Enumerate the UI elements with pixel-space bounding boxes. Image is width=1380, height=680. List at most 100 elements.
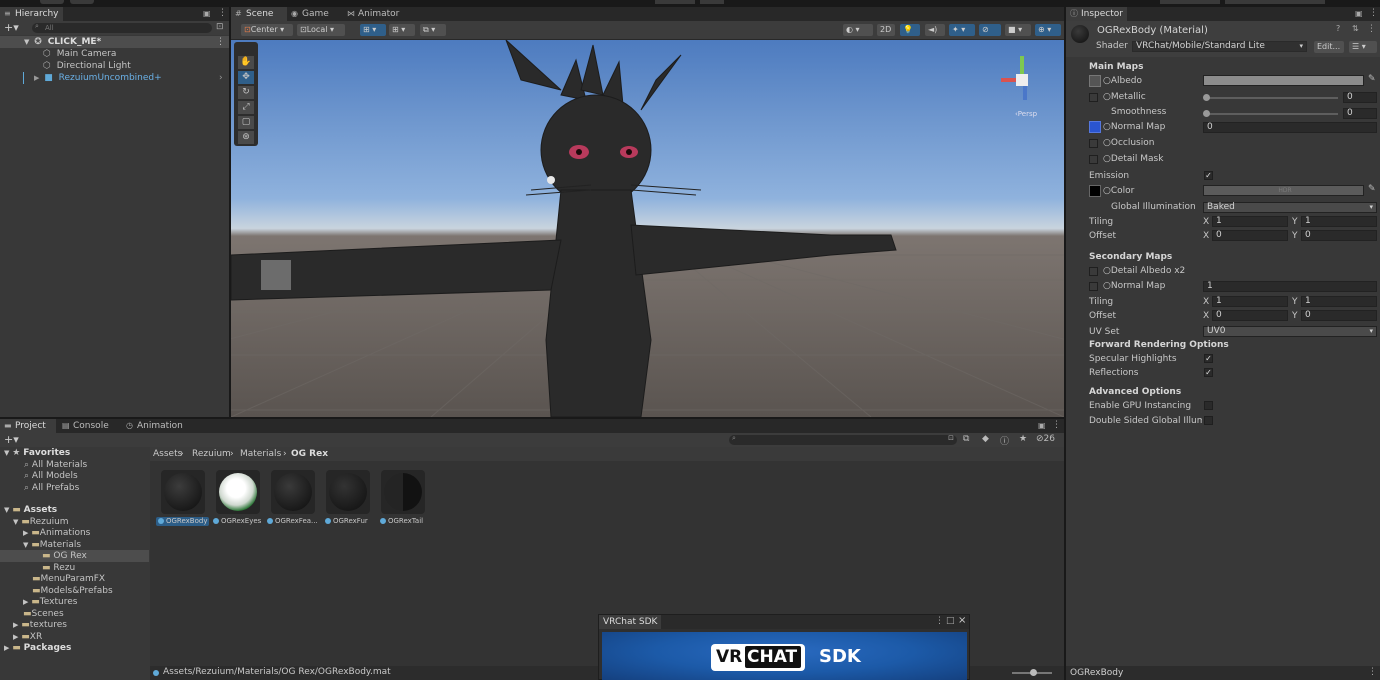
add-icon[interactable]: +▾: [4, 433, 19, 447]
tab-scene[interactable]: # Scene: [231, 7, 287, 21]
shader-dropdown[interactable]: VRChat/Mobile/Standard Lite ▾: [1132, 41, 1307, 52]
emission-color-field[interactable]: HDR: [1203, 185, 1364, 196]
kebab-menu-icon[interactable]: ⋮: [216, 36, 225, 48]
tab-console[interactable]: ▤ Console: [58, 419, 113, 433]
gizmos-dropdown[interactable]: ⊕ ▾: [1035, 24, 1061, 36]
star-icon[interactable]: ★: [1019, 434, 1027, 444]
normal-map2-value[interactable]: 1: [1203, 281, 1377, 292]
tree-item-textures[interactable]: ▶ ▬Textures: [0, 596, 149, 608]
offset-x-field[interactable]: 0: [1212, 230, 1288, 241]
emission-checkbox[interactable]: ✓: [1204, 171, 1213, 180]
effects-dropdown[interactable]: ✦ ▾: [949, 24, 975, 36]
toolbar-button[interactable]: [1160, 0, 1220, 4]
lock-icon[interactable]: ▣: [1038, 421, 1046, 430]
tree-item-packages[interactable]: ▶ ▬ Packages: [0, 642, 149, 654]
tiling-y-field[interactable]: 1: [1301, 216, 1377, 227]
scale-tool-icon[interactable]: ⤢: [238, 101, 254, 114]
filter-label-icon[interactable]: ◆: [982, 434, 989, 444]
search-options-icon[interactable]: ⊡: [948, 434, 954, 442]
move-tool-icon[interactable]: ✥: [238, 71, 254, 84]
transform-tool-icon[interactable]: ⊛: [238, 131, 254, 144]
tree-item-textures-root[interactable]: ▶ ▬textures: [0, 619, 149, 631]
lock-icon[interactable]: ▣: [203, 9, 211, 18]
rect-tool-icon[interactable]: ▢: [238, 116, 254, 129]
filter-type-icon[interactable]: ⧉: [963, 434, 969, 444]
eyedropper-icon[interactable]: ✎: [1368, 74, 1376, 84]
detail-albedo-texture-slot[interactable]: [1089, 267, 1098, 276]
increment-snap-button[interactable]: ⊞ ▾: [389, 24, 415, 36]
hierarchy-item-rezuium[interactable]: ▶ ■ RezuiumUncombined+ ›: [0, 72, 229, 84]
tree-item-animations[interactable]: ▶ ▬Animations: [0, 527, 149, 539]
tree-item-og-rex[interactable]: ▬ OG Rex: [0, 550, 149, 562]
chevron-right-icon[interactable]: ›: [219, 72, 223, 84]
maximize-icon[interactable]: □: [946, 616, 955, 626]
camera-dropdown[interactable]: ■ ▾: [1005, 24, 1031, 36]
tab-vrchat-sdk[interactable]: VRChat SDK: [599, 615, 662, 629]
asset-thumb-ogrexbody[interactable]: [161, 470, 205, 514]
tab-game[interactable]: ◉ Game: [287, 7, 333, 21]
smoothness-value[interactable]: 0: [1343, 108, 1377, 119]
albedo-color-field[interactable]: [1203, 75, 1364, 86]
tab-animation[interactable]: ◷ Animation: [122, 419, 187, 433]
breadcrumb-item[interactable]: Materials: [240, 449, 281, 460]
breadcrumb-item[interactable]: Rezuium: [192, 449, 231, 460]
kebab-menu-icon[interactable]: ⋮: [1368, 667, 1377, 677]
kebab-menu-icon[interactable]: ⋮: [1369, 8, 1378, 18]
normal-map-texture-slot[interactable]: [1089, 121, 1101, 133]
offset2-x-field[interactable]: 0: [1212, 310, 1288, 321]
toolbar-button[interactable]: [70, 0, 94, 4]
hierarchy-item-directional-light[interactable]: ⬡ Directional Light: [0, 60, 229, 72]
global-illumination-dropdown[interactable]: Baked ▾: [1203, 202, 1377, 213]
offset-y-field[interactable]: 0: [1301, 230, 1377, 241]
gpu-instancing-checkbox[interactable]: [1204, 401, 1213, 410]
specular-checkbox[interactable]: ✓: [1204, 354, 1213, 363]
filter-icon[interactable]: ⊡: [216, 22, 224, 32]
occlusion-texture-slot[interactable]: [1089, 139, 1098, 148]
audio-toggle[interactable]: ◄): [925, 24, 945, 36]
normal-map2-texture-slot[interactable]: [1089, 282, 1098, 291]
settings-icon[interactable]: ⇅: [1352, 24, 1359, 33]
snap-button[interactable]: ⧉ ▾: [420, 24, 446, 36]
smoothness-slider[interactable]: [1206, 113, 1338, 115]
lighting-toggle[interactable]: 💡: [900, 24, 920, 36]
offset2-y-field[interactable]: 0: [1301, 310, 1377, 321]
tab-inspector[interactable]: ⓘ Inspector: [1066, 7, 1127, 21]
toolbar-button[interactable]: [700, 0, 724, 4]
smoothness-slider-knob[interactable]: [1203, 110, 1210, 117]
emission-texture-slot[interactable]: [1089, 185, 1101, 197]
rotate-tool-icon[interactable]: ↻: [238, 86, 254, 99]
normal-map-value[interactable]: 0: [1203, 122, 1377, 133]
tab-project[interactable]: ▬ Project: [0, 419, 56, 433]
pivot-dropdown[interactable]: ⊡Center ▾: [241, 24, 293, 36]
help-icon[interactable]: ?: [1336, 24, 1340, 33]
tree-item-menuparamfx[interactable]: ▬MenuParamFX: [0, 573, 149, 585]
shader-menu-button[interactable]: ☰ ▾: [1349, 41, 1377, 53]
tab-hierarchy[interactable]: ≡ Hierarchy: [0, 7, 63, 21]
kebab-menu-icon[interactable]: ⋮: [935, 616, 944, 626]
tiling2-y-field[interactable]: 1: [1301, 296, 1377, 307]
metallic-value[interactable]: 0: [1343, 92, 1377, 103]
tree-item-all-models[interactable]: ⌕ All Models: [0, 470, 149, 482]
asset-thumb-ogrexfur[interactable]: [326, 470, 370, 514]
metallic-slider-knob[interactable]: [1203, 94, 1210, 101]
lock-icon[interactable]: ▣: [1355, 9, 1363, 18]
hidden-packages-icon[interactable]: ⊘26: [1036, 434, 1055, 444]
tree-item-all-prefabs[interactable]: ⌕ All Prefabs: [0, 482, 149, 494]
toolbar-button[interactable]: [655, 0, 695, 4]
metallic-texture-slot[interactable]: [1089, 93, 1098, 102]
thumbnail-size-slider-knob[interactable]: [1030, 669, 1037, 676]
hidden-objects-toggle[interactable]: ⊘: [979, 24, 1001, 36]
breadcrumb-item[interactable]: OG Rex: [291, 449, 328, 460]
add-icon[interactable]: +▾: [4, 21, 19, 35]
metallic-slider[interactable]: [1206, 97, 1338, 99]
hand-tool-icon[interactable]: ✋: [238, 56, 254, 69]
scene-viewport[interactable]: ✋ ✥ ↻ ⤢ ▢ ⊛ ‹Persp: [231, 40, 1064, 417]
kebab-menu-icon[interactable]: ⋮: [1052, 420, 1061, 430]
info-icon[interactable]: ⓘ: [1000, 434, 1009, 447]
space-dropdown[interactable]: ⊡Local ▾: [297, 24, 345, 36]
detail-mask-texture-slot[interactable]: [1089, 155, 1098, 164]
tab-animator[interactable]: ⋈ Animator: [343, 7, 403, 21]
eyedropper-icon[interactable]: ✎: [1368, 184, 1376, 194]
2d-toggle[interactable]: 2D: [877, 24, 895, 36]
expand-arrow-icon[interactable]: ▶: [34, 74, 39, 82]
